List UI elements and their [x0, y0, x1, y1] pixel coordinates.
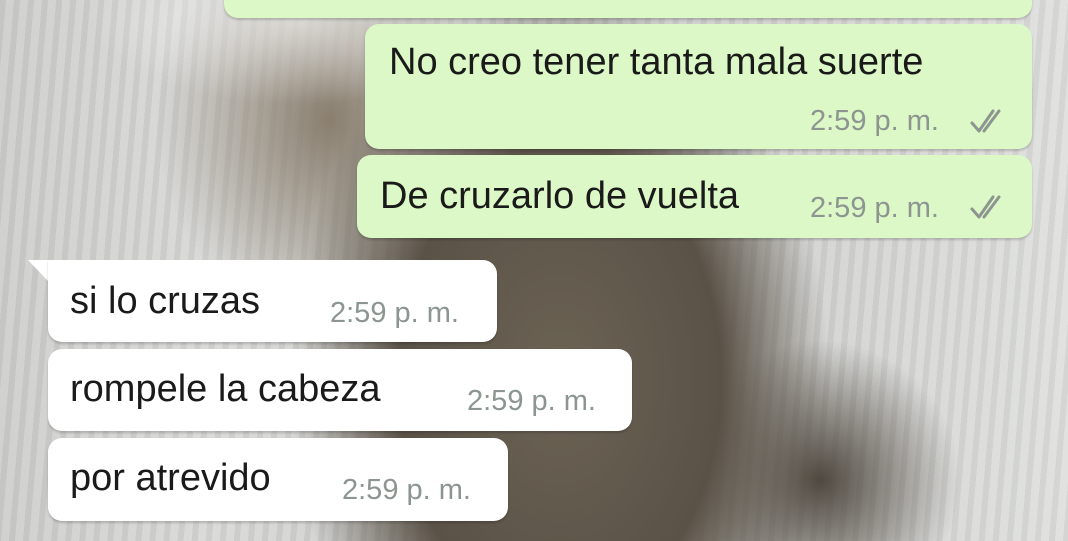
message-text: No creo tener tanta mala suerte	[389, 41, 924, 83]
double-check-icon	[970, 109, 1001, 133]
message-bubble-outgoing[interactable]: De cruzarlo de vuelta 2:59 p. m.	[357, 155, 1032, 238]
message-text: por atrevido	[70, 457, 271, 499]
message-timestamp: 2:59 p. m.	[330, 297, 459, 329]
message-bubble-outgoing[interactable]: No creo tener tanta mala suerte 2:59 p. …	[365, 24, 1032, 149]
message-text: si lo cruzas	[70, 280, 261, 322]
message-bubble-incoming[interactable]: si lo cruzas 2:59 p. m.	[48, 260, 497, 342]
message-bubble-outgoing-partial[interactable]	[224, 0, 1032, 18]
double-check-icon	[970, 195, 1001, 219]
message-text: De cruzarlo de vuelta	[380, 175, 740, 217]
message-timestamp: 2:59 p. m.	[810, 105, 939, 137]
message-timestamp: 2:59 p. m.	[467, 385, 596, 417]
message-timestamp: 2:59 p. m.	[342, 474, 471, 506]
message-text: rompele la cabeza	[70, 368, 381, 410]
message-bubble-incoming[interactable]: por atrevido 2:59 p. m.	[48, 438, 508, 521]
message-timestamp: 2:59 p. m.	[810, 192, 939, 224]
message-bubble-incoming[interactable]: rompele la cabeza 2:59 p. m.	[48, 349, 632, 431]
